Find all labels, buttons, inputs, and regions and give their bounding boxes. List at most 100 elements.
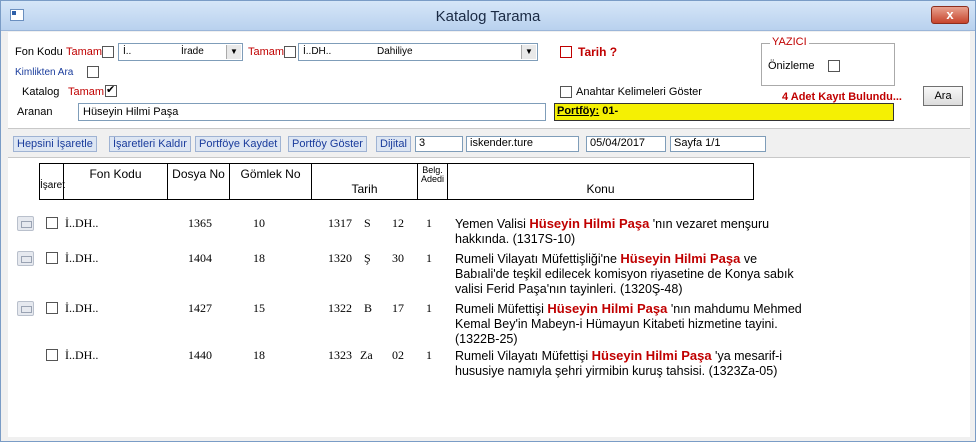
cell-gomlek: 18: [253, 251, 265, 265]
table-row[interactable]: İ..DH.. 1404 18 1320 Ş 30 1 Rumeli Vilay…: [8, 251, 970, 299]
header-konu: Konu: [586, 182, 615, 196]
chevron-down-icon[interactable]: ▼: [226, 45, 241, 59]
kimlikten-ara-checkbox[interactable]: [87, 66, 99, 78]
table-row[interactable]: İ..DH.. 1440 18 1323 Za 02 1 Rumeli Vila…: [8, 348, 970, 396]
konu-highlight: Hüseyin Hilmi Paşa: [529, 216, 650, 231]
aranan-label: Aranan: [17, 106, 53, 118]
anahtar-checkbox[interactable]: [560, 86, 572, 98]
tarih-checkbox[interactable]: [560, 46, 572, 58]
fon-kodu-select[interactable]: İ.. İrade ▼: [118, 43, 243, 61]
cell-konu: Rumeli Vilayatı Müfettişi Hüseyin Hilmi …: [455, 348, 815, 379]
aranan-input[interactable]: Hüseyin Hilmi Paşa: [78, 103, 546, 121]
user-field: iskender.ture: [466, 136, 579, 152]
row-checkbox[interactable]: [46, 252, 58, 264]
cell-konu: Rumeli Müfettişi Hüseyin Hilmi Paşa 'nın…: [455, 301, 815, 347]
chevron-down-icon[interactable]: ▼: [521, 45, 536, 59]
alt-fon-code: İ..DH..: [303, 46, 332, 57]
cell-gomlek: 10: [253, 216, 265, 230]
header-isaret: İşaret: [40, 164, 65, 199]
row-checkbox[interactable]: [46, 217, 58, 229]
yazici-group: YAZICI Önizleme: [761, 36, 895, 86]
cell-fon: İ..DH..: [65, 348, 99, 362]
date-field: 05/04/2017: [586, 136, 666, 152]
portfoy-value: 01-: [602, 105, 619, 117]
konu-text: Rumeli Müfettişi: [455, 302, 548, 316]
cell-gun: 30: [392, 251, 404, 265]
cell-gun: 02: [392, 348, 404, 362]
isaretleri-kaldir-button[interactable]: İşaretleri Kaldır: [109, 136, 191, 152]
onizleme-label: Önizleme: [768, 60, 815, 72]
row-checkbox[interactable]: [46, 302, 58, 314]
onizleme-checkbox[interactable]: [828, 60, 840, 72]
header-tarih: Tarih: [312, 164, 418, 199]
yazici-legend: YAZICI: [770, 36, 809, 48]
ara-button[interactable]: Ara: [923, 86, 963, 106]
cell-dosya: 1440: [188, 348, 212, 362]
cell-fon: İ..DH..: [65, 301, 99, 315]
header-fon-kodu: Fon Kodu: [64, 164, 168, 199]
tamami-checkbox-2[interactable]: [284, 46, 296, 58]
cell-yil: 1317: [328, 216, 352, 230]
fon-select-code: İ..: [123, 46, 132, 57]
konu-highlight: Hüseyin Hilmi Paşa: [591, 348, 712, 363]
tamami-checkbox-1[interactable]: [102, 46, 114, 58]
header-dosya-no: Dosya No: [168, 164, 230, 199]
konu-text: Yemen Valisi: [455, 217, 530, 231]
konu-text: Rumeli Vilayatı Müfettişi: [455, 349, 592, 363]
cell-yil: 1322: [328, 301, 352, 315]
cell-adet: 1: [426, 216, 432, 230]
cell-dosya: 1427: [188, 301, 212, 315]
cell-gun: 12: [392, 216, 404, 230]
cell-dosya: 1365: [188, 216, 212, 230]
katalog-label: Katalog: [22, 86, 60, 98]
hepsini-isaretle-button[interactable]: Hepsini İşaretle: [13, 136, 97, 152]
document-icon[interactable]: [17, 301, 34, 316]
document-icon[interactable]: [17, 216, 34, 231]
anahtar-label: Anahtar Kelimeleri Göster: [576, 86, 702, 98]
cell-dosya: 1404: [188, 251, 212, 265]
action-toolbar: Hepsini İşaretle İşaretleri Kaldır Portf…: [8, 128, 970, 158]
alt-fon-name: Dahiliye: [377, 46, 413, 57]
cell-ay: Ş: [364, 251, 371, 265]
portfoy-goster-button[interactable]: Portföy Göster: [288, 136, 367, 152]
table-header: İşaret Fon Kodu Dosya No Gömlek No Tarih…: [39, 163, 754, 200]
konu-text: Rumeli Vilayatı Müfettişliği'ne: [455, 252, 621, 266]
row-checkbox[interactable]: [46, 349, 58, 361]
cell-fon: İ..DH..: [65, 216, 99, 230]
result-count: 4 Adet Kayıt Bulundu...: [782, 91, 902, 103]
cell-fon: İ..DH..: [65, 251, 99, 265]
main-panel: Fon Kodu Tamamı İ.. İrade ▼ Tamamı İ..DH…: [8, 32, 970, 437]
page-field: Sayfa 1/1: [670, 136, 766, 152]
katalog-tamami-checkbox[interactable]: [105, 83, 117, 97]
tarih-label: Tarih ?: [578, 45, 618, 59]
tamami-label-1: Tamamı: [66, 46, 106, 58]
cell-gun: 17: [392, 301, 404, 315]
title-bar: Katalog Tarama x: [1, 1, 975, 31]
cell-adet: 1: [426, 348, 432, 362]
cell-yil: 1320: [328, 251, 352, 265]
table-row[interactable]: İ..DH.. 1427 15 1322 B 17 1 Rumeli Müfet…: [8, 301, 970, 349]
count-field: 3: [415, 136, 463, 152]
cell-yil: 1323: [328, 348, 352, 362]
dijital-button[interactable]: Dijital: [376, 136, 411, 152]
portfoye-kaydet-button[interactable]: Portföye Kaydet: [195, 136, 282, 152]
window-title: Katalog Tarama: [435, 8, 541, 25]
close-button[interactable]: x: [931, 6, 969, 24]
table-row[interactable]: İ..DH.. 1365 10 1317 S 12 1 Yemen Valisi…: [8, 216, 970, 248]
portfoy-label: Portföy:: [557, 105, 600, 117]
alt-fon-select[interactable]: İ..DH.. Dahiliye ▼: [298, 43, 538, 61]
cell-ay: B: [364, 301, 373, 315]
konu-highlight: Hüseyin Hilmi Paşa: [547, 301, 668, 316]
cell-adet: 1: [426, 251, 432, 265]
cell-gomlek: 18: [253, 348, 265, 362]
document-icon[interactable]: [17, 251, 34, 266]
fon-select-name: İrade: [181, 46, 204, 57]
cell-ay: Za: [360, 348, 373, 362]
cell-konu: Yemen Valisi Hüseyin Hilmi Paşa 'nın vez…: [455, 216, 815, 247]
header-gomlek-no: Gömlek No: [230, 164, 312, 199]
portfoy-field[interactable]: Portföy: 01-: [554, 103, 894, 121]
cell-adet: 1: [426, 301, 432, 315]
catalog-search-window: Katalog Tarama x Fon Kodu Tamamı İ.. İra…: [0, 0, 976, 442]
katalog-tamami-label: Tamamı: [68, 86, 108, 98]
fon-kodu-label: Fon Kodu: [15, 46, 63, 58]
